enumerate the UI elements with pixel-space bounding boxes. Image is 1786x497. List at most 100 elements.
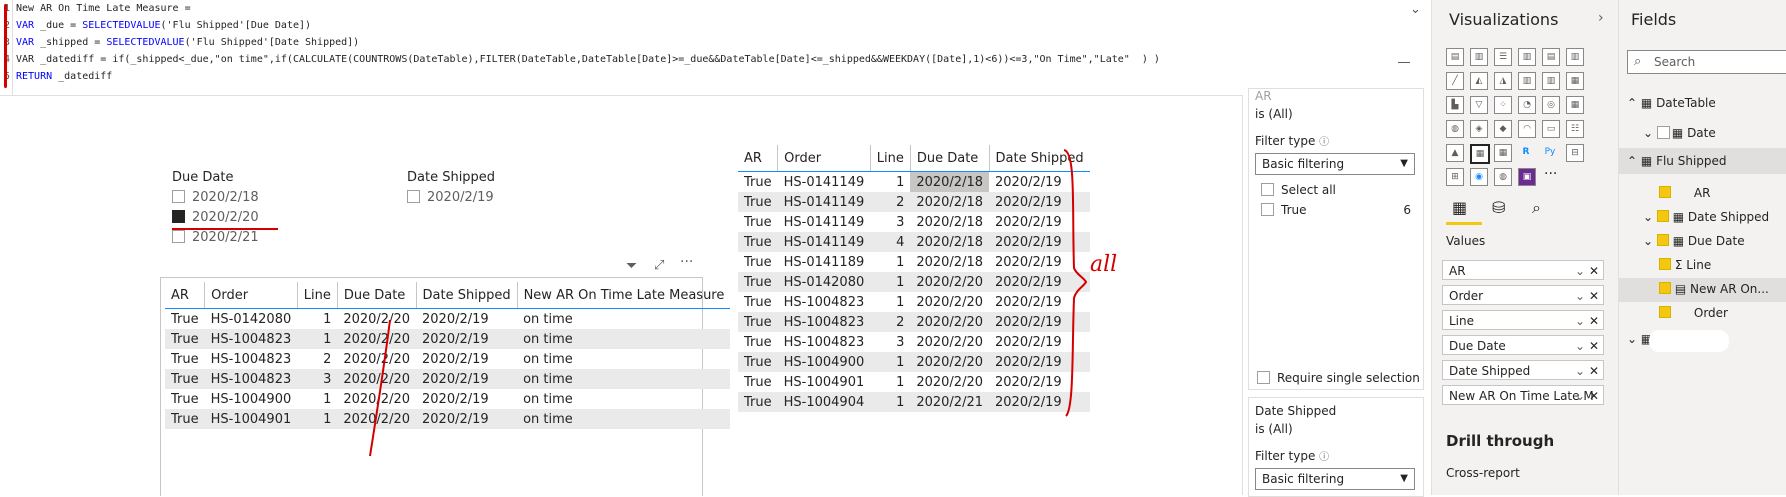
column-header[interactable]: Due Date — [910, 145, 990, 172]
formula-line-2[interactable]: 2VAR _due = SELECTEDVALUE('Flu Shipped'[… — [0, 19, 311, 33]
field-measure[interactable]: ▤ New AR On... — [1659, 282, 1769, 296]
checkbox-icon[interactable] — [1656, 126, 1670, 139]
chevron-down-icon[interactable]: ⌄ — [1575, 336, 1585, 354]
formula-bar[interactable]: 1New AR On Time Late Measure = 2VAR _due… — [0, 0, 1430, 96]
well-field-measure[interactable]: New AR On Time Late M ⌄ ✕ — [1442, 385, 1604, 405]
slicer-item[interactable]: 2020/2/18 — [172, 190, 302, 210]
stacked-area-chart-icon[interactable]: ◮ — [1494, 72, 1512, 90]
table-visual-left[interactable]: AR Order Line Due Date Date Shipped New … — [160, 277, 731, 496]
filter-type-dropdown[interactable]: Basic filtering ▼ — [1255, 468, 1415, 490]
kpi-icon[interactable]: ▲ — [1446, 144, 1464, 162]
checkbox-checked-icon[interactable] — [172, 210, 185, 223]
select-all-option[interactable]: Select all — [1261, 183, 1336, 197]
waterfall-chart-icon[interactable]: ▙ — [1446, 96, 1464, 114]
qa-icon[interactable]: ◉ — [1470, 168, 1488, 186]
close-icon[interactable]: ✕ — [1589, 336, 1599, 354]
ribbon-chart-icon[interactable]: ▦ — [1566, 72, 1584, 90]
pie-chart-icon[interactable]: ◔ — [1518, 96, 1536, 114]
chevron-down-icon[interactable]: ⌄ — [1643, 210, 1653, 224]
checkbox-checked-icon[interactable] — [1659, 282, 1671, 294]
table-row[interactable]: True HS-1004823 3 2020/2/20 2020/2/19 on time — [165, 369, 731, 389]
column-header[interactable]: AR — [738, 145, 779, 172]
key-influencers-icon[interactable]: ⊟ — [1566, 144, 1584, 162]
formula-line-3[interactable]: 3VAR _shipped = SELECTEDVALUE('Flu Shipp… — [0, 36, 359, 50]
chevron-down-icon[interactable]: ⌄ — [1575, 286, 1585, 304]
python-visual-icon[interactable]: Py — [1542, 144, 1558, 160]
format-paint-roller-icon[interactable]: ⛁ — [1492, 198, 1505, 217]
checkbox-icon[interactable] — [1261, 183, 1274, 196]
column-header[interactable]: Line — [297, 282, 338, 309]
minus-icon[interactable] — [1398, 62, 1410, 63]
field-ar[interactable]: AR — [1659, 186, 1710, 200]
area-chart-icon[interactable]: ◭ — [1470, 72, 1488, 90]
collapse-chevron-icon[interactable]: ⌄ — [1410, 2, 1421, 17]
chevron-down-icon[interactable]: ⌄ — [1627, 332, 1637, 346]
table-row[interactable]: True HS-1004901 1 2020/2/20 2020/2/19 on time — [165, 409, 731, 429]
chevron-right-icon[interactable]: › — [1598, 10, 1604, 26]
table-row[interactable]: True HS-0142080 1 2020/2/20 2020/2/19 on time — [165, 309, 730, 330]
filled-map-icon[interactable]: ◈ — [1470, 120, 1488, 138]
table-row[interactable]: True HS-0142080 1 2020/2/20 2020/2/19 — [738, 272, 1090, 292]
chevron-down-icon[interactable]: ⌄ — [1643, 126, 1653, 140]
formula-line-4[interactable]: 4VAR _datediff = if(_shipped<_due,"on ti… — [0, 53, 1160, 67]
close-icon[interactable]: ✕ — [1589, 311, 1599, 329]
close-icon[interactable]: ✕ — [1589, 361, 1599, 379]
field-date[interactable]: ⌄ ▦ Date — [1643, 126, 1716, 140]
decomposition-tree-icon[interactable]: ⊞ — [1446, 168, 1464, 186]
field-due-date[interactable]: ⌄ ▦ Due Date — [1643, 234, 1745, 248]
field-table-flu-shipped[interactable]: ⌃ ▦ Flu Shipped — [1627, 154, 1727, 168]
table-row[interactable]: True HS-1004900 1 2020/2/20 2020/2/19 on time — [165, 389, 730, 409]
r-script-icon[interactable]: R — [1518, 144, 1534, 160]
shape-map-icon[interactable]: ◆ — [1494, 120, 1512, 138]
chevron-down-icon[interactable]: ⌄ — [1575, 311, 1585, 329]
checkbox-icon[interactable] — [1257, 371, 1270, 384]
column-header[interactable]: Order — [204, 282, 298, 309]
slicer-item[interactable]: 2020/2/20 — [172, 210, 302, 230]
chevron-up-icon[interactable]: ⌃ — [1627, 96, 1637, 110]
table-row[interactable]: True HS-1004904 1 2020/2/21 2020/2/19 — [738, 392, 1090, 412]
more-visuals-icon[interactable]: ··· — [1544, 166, 1557, 182]
stacked-bar-chart-icon[interactable]: ▤ — [1446, 48, 1464, 66]
table-row[interactable]: True HS-0141149 1 2020/2/18 2020/2/19 — [738, 171, 1090, 192]
card-icon[interactable]: ▭ — [1542, 120, 1560, 138]
checkbox-icon[interactable] — [172, 190, 185, 203]
column-header[interactable]: AR — [165, 282, 206, 309]
chevron-down-icon[interactable]: ⌄ — [1575, 261, 1585, 279]
line-stacked-column-chart-icon[interactable]: ▥ — [1542, 72, 1560, 90]
table-visual-right[interactable]: AR Order Line Due Date Date Shipped True… — [738, 145, 1090, 412]
table-row[interactable]: True HS-0141149 4 2020/2/18 2020/2/19 — [738, 232, 1090, 252]
custom-visual-icon[interactable]: ▣ — [1518, 168, 1536, 186]
matrix-icon[interactable]: ▦ — [1494, 144, 1512, 162]
well-field-line[interactable]: Line ⌄ ✕ — [1442, 310, 1604, 330]
checkbox-checked-icon[interactable] — [1656, 210, 1669, 222]
filter-option-true[interactable]: True 6 — [1261, 203, 1411, 217]
field-table-datetable[interactable]: ⌃ ▦ DateTable — [1627, 96, 1716, 110]
more-options-icon[interactable]: ··· — [680, 254, 693, 270]
slicer-item[interactable]: 2020/2/19 — [407, 190, 527, 210]
multi-row-card-icon[interactable]: ☷ — [1566, 120, 1584, 138]
column-header[interactable]: Date Shipped — [416, 282, 518, 309]
field-line[interactable]: Σ Line — [1659, 258, 1711, 272]
100-bar-chart-icon[interactable]: ▤ — [1542, 48, 1560, 66]
well-field-ar[interactable]: AR ⌄ ✕ — [1442, 260, 1604, 280]
checkbox-checked-icon[interactable] — [1659, 186, 1671, 198]
table-row[interactable]: True HS-0141149 3 2020/2/18 2020/2/19 — [738, 212, 1090, 232]
map-icon[interactable]: ◍ — [1446, 120, 1464, 138]
table-row[interactable]: True HS-1004901 1 2020/2/20 2020/2/19 — [738, 372, 1090, 392]
analytics-magnifier-icon[interactable]: ⌕ — [1532, 198, 1541, 218]
table-row[interactable]: True HS-1004823 2 2020/2/20 2020/2/19 — [738, 312, 1090, 332]
arcgis-icon[interactable]: ◍ — [1494, 168, 1512, 186]
close-icon[interactable]: ✕ — [1589, 386, 1599, 404]
fields-tab-icon[interactable]: ▦ — [1452, 198, 1467, 217]
scatter-chart-icon[interactable]: ⁘ — [1494, 96, 1512, 114]
table-row[interactable]: True HS-1004823 1 2020/2/20 2020/2/19 on time — [165, 329, 731, 349]
checkbox-checked-icon[interactable] — [1656, 234, 1669, 246]
table-row[interactable]: True HS-0141149 2 2020/2/18 2020/2/19 — [738, 192, 1090, 212]
stacked-column-chart-icon[interactable]: ▥ — [1470, 48, 1488, 66]
checkbox-icon[interactable] — [407, 190, 420, 203]
require-single-selection[interactable]: Require single selection — [1257, 371, 1420, 385]
focus-mode-icon[interactable]: ⤢ — [654, 258, 664, 273]
formula-line-5[interactable]: 5RETURN _datediff — [0, 70, 112, 84]
100-column-chart-icon[interactable]: ▥ — [1566, 48, 1584, 66]
table-row[interactable]: True HS-1004900 1 2020/2/20 2020/2/19 — [738, 352, 1090, 372]
